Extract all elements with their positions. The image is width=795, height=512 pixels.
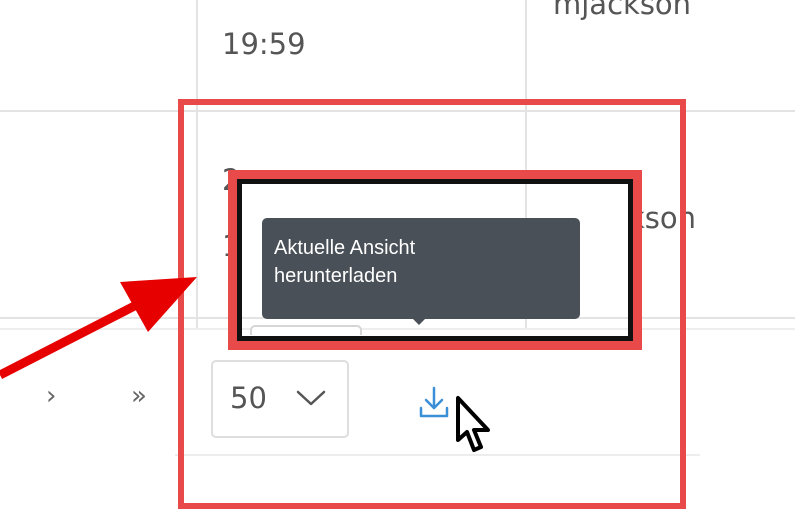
table-cell-time: 19:59 [222, 27, 306, 61]
red-arrow-icon [0, 277, 197, 380]
annotation-tooltip-highlight-black [237, 179, 633, 341]
table-cell-user: mjackson [553, 0, 692, 21]
screenshot-page: 19:59 mjackson 2 1 kson › » 50 Aktuelle … [0, 0, 795, 512]
hand-pointer-cursor-icon [456, 396, 490, 452]
